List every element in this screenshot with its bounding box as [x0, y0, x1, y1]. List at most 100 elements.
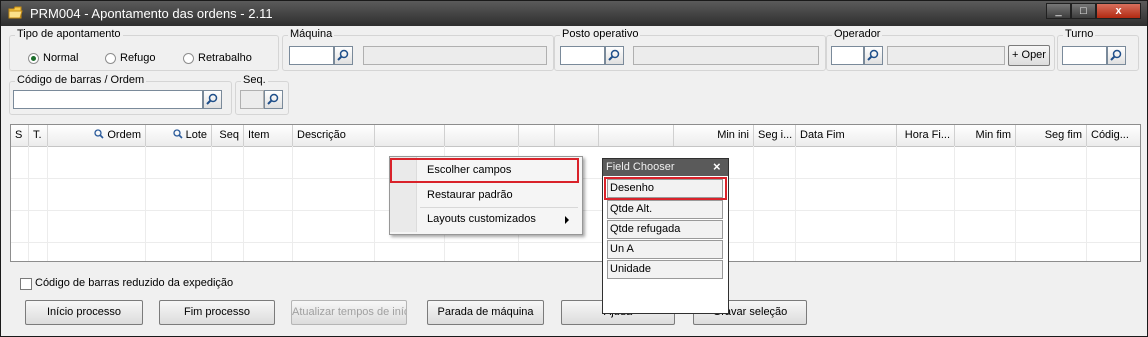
- search-icon: [206, 93, 218, 105]
- highlight-box: [604, 177, 727, 200]
- col-lote-label: Lote: [185, 129, 207, 141]
- col-seg-ini[interactable]: Seg i...: [754, 125, 796, 146]
- operador-code-input[interactable]: [831, 46, 864, 65]
- maquina-label: Máquina: [288, 28, 335, 40]
- codigo-barras-group: Código de barras / Ordem: [9, 74, 232, 115]
- col-min-fim[interactable]: Min fim: [955, 125, 1016, 146]
- grid-line: [145, 146, 146, 261]
- minimize-button[interactable]: _: [1046, 3, 1071, 19]
- inicio-processo-button[interactable]: Início processo: [25, 300, 143, 325]
- posto-search-button[interactable]: [605, 46, 624, 65]
- posto-operativo-group: Posto operativo: [554, 28, 826, 71]
- col-item[interactable]: Item: [244, 125, 293, 146]
- col-ordem-label: Ordem: [107, 129, 141, 141]
- col-lote[interactable]: Lote: [146, 125, 212, 146]
- menu-item-escolher-campos[interactable]: Escolher campos: [427, 164, 511, 176]
- field-item-unidade[interactable]: Unidade: [607, 260, 723, 279]
- col-hidden-2[interactable]: [445, 125, 519, 146]
- main-window: PRM004 - Apontamento das ordens - 2.11 _…: [0, 0, 1148, 337]
- grid-line: [896, 146, 897, 261]
- maquina-description: [363, 46, 547, 65]
- turno-label: Turno: [1063, 28, 1096, 40]
- tipo-apontamento-group: Tipo de apontamento Normal Refugo Retrab…: [9, 28, 279, 71]
- col-data-fim[interactable]: Data Fim: [796, 125, 897, 146]
- client-area: Tipo de apontamento Normal Refugo Retrab…: [4, 26, 1144, 335]
- seq-input[interactable]: [240, 90, 264, 109]
- col-min-ini[interactable]: Min ini: [674, 125, 754, 146]
- radio-retrabalho[interactable]: Retrabalho: [183, 52, 252, 64]
- radio-refugo[interactable]: Refugo: [105, 52, 155, 64]
- posto-operativo-label: Posto operativo: [560, 28, 641, 40]
- radio-dot: [183, 52, 194, 64]
- seq-search-button[interactable]: [264, 90, 283, 109]
- field-item-qtde-alt[interactable]: Qtde Alt.: [607, 200, 723, 219]
- col-hidden-4[interactable]: [555, 125, 599, 146]
- search-icon: [337, 49, 349, 61]
- fim-processo-button[interactable]: Fim processo: [159, 300, 275, 325]
- turno-group: Turno: [1057, 28, 1139, 71]
- menu-item-layouts-customizados[interactable]: Layouts customizados: [427, 213, 536, 225]
- col-t[interactable]: T.: [29, 125, 48, 146]
- col-descricao[interactable]: Descrição: [293, 125, 375, 146]
- close-button[interactable]: x: [1096, 3, 1141, 19]
- field-chooser: Field Chooser × Desenho Qtde Alt. Qtde r…: [602, 158, 729, 314]
- operador-label: Operador: [832, 28, 883, 40]
- codigo-barras-input[interactable]: [13, 90, 203, 109]
- codigo-reduzido-label: Código de barras reduzido da expedição: [35, 277, 234, 289]
- maquina-code-input[interactable]: [289, 46, 334, 65]
- zoom-icon: [172, 129, 183, 139]
- col-ordem[interactable]: Ordem: [48, 125, 146, 146]
- operador-search-button[interactable]: [864, 46, 883, 65]
- field-item-un-a[interactable]: Un A: [607, 240, 723, 259]
- grid-line: [374, 146, 375, 261]
- seq-group: Seq.: [235, 74, 289, 115]
- title-bar: PRM004 - Apontamento das ordens - 2.11 _…: [1, 1, 1147, 26]
- grid-line: [795, 146, 796, 261]
- maquina-search-button[interactable]: [334, 46, 353, 65]
- col-seq[interactable]: Seq: [212, 125, 244, 146]
- posto-description: [633, 46, 819, 65]
- radio-retrabalho-label: Retrabalho: [198, 52, 252, 64]
- seq-label: Seq.: [241, 74, 268, 86]
- col-hora-fim[interactable]: Hora Fi...: [897, 125, 955, 146]
- add-operador-button[interactable]: + Oper: [1008, 45, 1050, 66]
- parada-maquina-button[interactable]: Parada de máquina: [427, 300, 544, 325]
- maquina-group: Máquina: [282, 28, 554, 71]
- codigo-barras-label: Código de barras / Ordem: [15, 74, 147, 86]
- col-hidden-1[interactable]: [375, 125, 445, 146]
- grid-row-line: [11, 242, 1140, 243]
- menu-item-restaurar-padrao[interactable]: Restaurar padrão: [427, 189, 513, 201]
- folder-icon: [8, 6, 23, 19]
- radio-normal[interactable]: Normal: [28, 52, 78, 64]
- codigo-reduzido-checkbox[interactable]: [20, 278, 32, 290]
- col-seg-fim[interactable]: Seg fim: [1016, 125, 1087, 146]
- field-chooser-title: Field Chooser: [606, 161, 675, 173]
- operador-description: [887, 46, 1005, 65]
- grid-line: [1086, 146, 1087, 261]
- turno-search-button[interactable]: [1107, 46, 1126, 65]
- radio-dot-selected: [28, 52, 39, 64]
- radio-normal-label: Normal: [43, 52, 79, 64]
- field-chooser-close-button[interactable]: ×: [713, 159, 721, 174]
- grid-line: [28, 146, 29, 261]
- radio-refugo-label: Refugo: [120, 52, 156, 64]
- codigo-barras-search-button[interactable]: [203, 90, 222, 109]
- col-hidden-5[interactable]: [599, 125, 674, 146]
- turno-code-input[interactable]: [1062, 46, 1107, 65]
- grid-line: [753, 146, 754, 261]
- tipo-apontamento-label: Tipo de apontamento: [15, 28, 123, 40]
- maximize-button[interactable]: □: [1071, 3, 1096, 19]
- search-icon: [267, 93, 279, 105]
- col-codigo[interactable]: Códig...: [1087, 125, 1140, 146]
- col-hidden-3[interactable]: [519, 125, 555, 146]
- grid-line: [243, 146, 244, 261]
- field-item-qtde-refugada[interactable]: Qtde refugada: [607, 220, 723, 239]
- atualizar-tempos-button[interactable]: Atualizar tempos de início: [291, 300, 407, 325]
- menu-separator: [420, 207, 578, 208]
- field-chooser-titlebar: Field Chooser ×: [603, 159, 728, 176]
- posto-code-input[interactable]: [560, 46, 605, 65]
- grid-line: [954, 146, 955, 261]
- grid-line: [292, 146, 293, 261]
- col-s[interactable]: S: [11, 125, 29, 146]
- search-icon: [608, 49, 620, 61]
